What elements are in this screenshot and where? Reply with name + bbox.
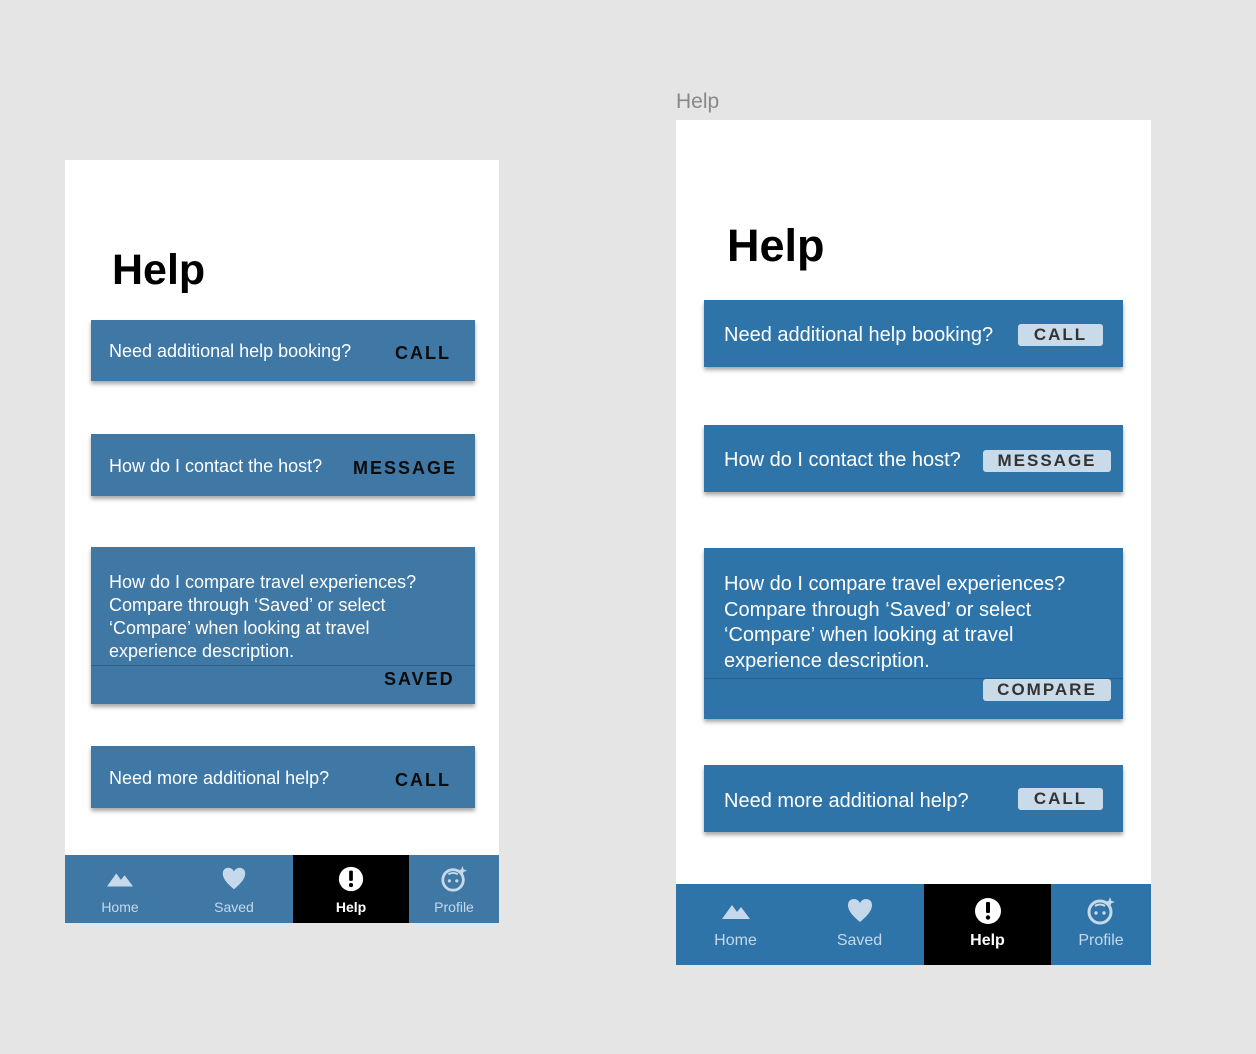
tab-saved[interactable]: Saved bbox=[795, 884, 924, 965]
help-card-text: Need additional help booking? bbox=[109, 341, 352, 361]
page-title: Help bbox=[112, 246, 206, 294]
help-card-text: Need more additional help? bbox=[109, 768, 330, 788]
tab-label: Help bbox=[335, 899, 367, 915]
call-button[interactable]: CALL bbox=[395, 343, 451, 364]
message-button[interactable]: MESSAGE bbox=[353, 458, 457, 479]
call-button[interactable]: CALL bbox=[1018, 324, 1103, 346]
help-screen-v2: Help Need additional help booking? CALL … bbox=[676, 120, 1151, 965]
tab-label: Saved bbox=[214, 899, 254, 915]
help-card-compare: How do I compare travel experiences? Com… bbox=[91, 547, 475, 704]
tab-saved[interactable]: Saved bbox=[175, 855, 293, 923]
bottom-tab-bar: Home Saved Help Profile bbox=[65, 855, 499, 923]
heart-icon bbox=[847, 899, 872, 922]
help-card-text: How do I contact the host? bbox=[724, 449, 961, 471]
tab-label: Home bbox=[101, 899, 139, 915]
help-card-booking: Need additional help booking? CALL bbox=[704, 300, 1123, 367]
heart-icon bbox=[222, 867, 246, 890]
call-button[interactable]: CALL bbox=[1018, 788, 1103, 810]
help-card-text: How do I contact the host? bbox=[109, 456, 323, 476]
tab-label: Home bbox=[714, 932, 757, 949]
mountains-icon bbox=[721, 905, 750, 919]
help-card-contact-host: How do I contact the host? MESSAGE bbox=[91, 434, 475, 496]
tab-label: Saved bbox=[836, 932, 883, 949]
tab-home[interactable]: Home bbox=[676, 884, 795, 965]
tab-profile[interactable]: Profile bbox=[409, 855, 499, 923]
exclamation-circle-icon bbox=[338, 866, 364, 892]
help-screen-v1: Help Need additional help booking? CALL … bbox=[65, 160, 499, 923]
tab-label: Profile bbox=[434, 899, 474, 915]
compare-button[interactable]: COMPARE bbox=[983, 679, 1111, 701]
help-card-text: Need additional help booking? bbox=[724, 324, 994, 346]
tab-profile[interactable]: Profile bbox=[1051, 884, 1151, 965]
page-title: Help bbox=[727, 220, 825, 271]
baby-face-icon bbox=[1087, 897, 1115, 925]
help-card-text: How do I compare travel experiences? Com… bbox=[724, 573, 1066, 672]
help-card-compare: How do I compare travel experiences? Com… bbox=[704, 548, 1123, 719]
call-button[interactable]: CALL bbox=[395, 770, 451, 791]
tab-help[interactable]: Help bbox=[924, 884, 1051, 965]
help-card-text: How do I compare travel experiences? Com… bbox=[109, 572, 417, 661]
help-card-text: Need more additional help? bbox=[724, 790, 969, 812]
help-card-more-help: Need more additional help? CALL bbox=[91, 746, 475, 808]
mountains-icon bbox=[106, 873, 134, 887]
saved-button[interactable]: SAVED bbox=[384, 669, 455, 690]
tab-label: Profile bbox=[1078, 932, 1124, 949]
exclamation-circle-icon bbox=[974, 898, 1001, 924]
card-divider bbox=[91, 665, 475, 666]
message-button[interactable]: MESSAGE bbox=[983, 450, 1111, 472]
help-card-booking: Need additional help booking? CALL bbox=[91, 320, 475, 381]
tab-home[interactable]: Home bbox=[65, 855, 175, 923]
baby-face-icon bbox=[441, 865, 468, 892]
frame-label: Help bbox=[676, 90, 720, 113]
help-card-more-help: Need more additional help? CALL bbox=[704, 765, 1123, 832]
help-card-contact-host: How do I contact the host? MESSAGE bbox=[704, 425, 1123, 492]
bottom-tab-bar: Home Saved Help Profile bbox=[676, 884, 1151, 965]
tab-label: Help bbox=[970, 932, 1005, 949]
tab-help[interactable]: Help bbox=[293, 855, 409, 923]
